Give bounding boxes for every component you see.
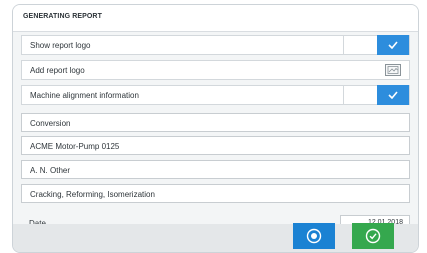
machine-alignment-toggle[interactable] xyxy=(343,85,409,105)
option-label: Machine alignment information xyxy=(30,91,139,100)
field-value: ACME Motor-Pump 0125 xyxy=(30,142,120,151)
show-logo-toggle[interactable] xyxy=(343,35,409,55)
toggle-on-indicator xyxy=(377,85,409,105)
preview-icon xyxy=(306,228,322,244)
option-label: Add report logo xyxy=(30,66,85,75)
dialog-title: GENERATING REPORT xyxy=(23,13,102,20)
field-value: Cracking, Reforming, Isomerization xyxy=(30,190,155,199)
machine-field[interactable]: ACME Motor-Pump 0125 xyxy=(21,136,410,155)
image-icon xyxy=(387,66,399,74)
field-value: A. N. Other xyxy=(30,166,71,175)
report-dialog: GENERATING REPORT Show report logo Add r… xyxy=(12,4,419,253)
process-field[interactable]: Cracking, Reforming, Isomerization xyxy=(21,184,410,203)
add-logo-button[interactable] xyxy=(385,64,401,76)
check-circle-icon xyxy=(365,228,381,244)
option-add-report-logo: Add report logo xyxy=(21,60,410,80)
option-label: Show report logo xyxy=(30,41,91,50)
option-show-report-logo: Show report logo xyxy=(21,35,410,55)
confirm-button[interactable] xyxy=(352,223,394,249)
preview-button[interactable] xyxy=(293,223,335,249)
toggle-on-indicator xyxy=(377,35,409,55)
check-icon xyxy=(388,41,398,49)
operator-field[interactable]: A. N. Other xyxy=(21,160,410,179)
check-icon xyxy=(388,91,398,99)
option-machine-alignment-info: Machine alignment information xyxy=(21,85,410,105)
conversion-field[interactable]: Conversion xyxy=(21,113,410,132)
dialog-header: GENERATING REPORT xyxy=(13,5,418,32)
field-value: Conversion xyxy=(30,119,71,128)
